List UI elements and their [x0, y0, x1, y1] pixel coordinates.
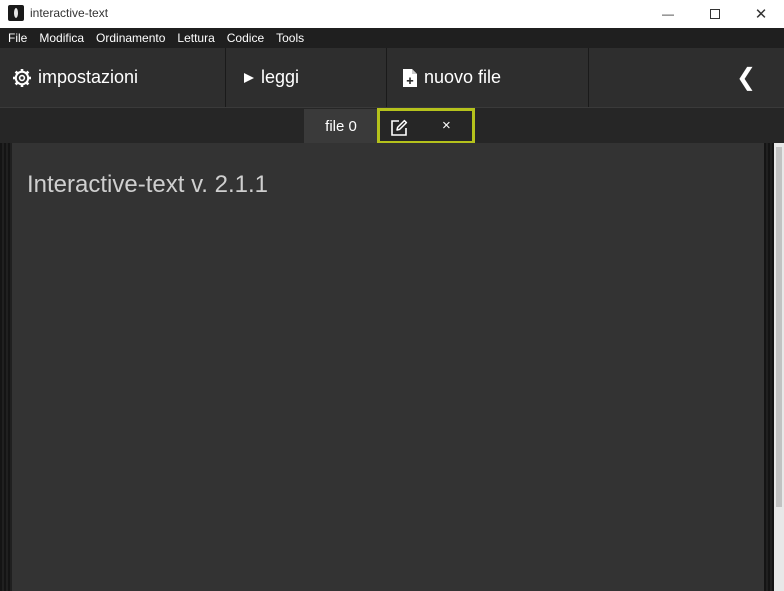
play-icon: [243, 72, 255, 84]
editor-content: Interactive-text v. 2.1.1: [27, 171, 268, 198]
menu-ordinamento[interactable]: Ordinamento: [90, 28, 171, 48]
editor-container: Interactive-text v. 2.1.1: [0, 143, 784, 591]
toolbar-divider: [225, 48, 226, 107]
toolbar-divider: [386, 48, 387, 107]
new-file-label: nuovo file: [424, 67, 502, 87]
new-file-button[interactable]: nuovo file: [402, 48, 501, 107]
settings-label: impostazioni: [38, 67, 139, 87]
gear-icon: [12, 68, 32, 88]
read-label: leggi: [261, 67, 300, 87]
background-code-decoration: [122, 583, 482, 591]
app-logo-icon: [8, 5, 24, 21]
menu-codice[interactable]: Codice: [221, 28, 270, 48]
tab-label: file 0: [325, 118, 357, 135]
text-editor[interactable]: Interactive-text v. 2.1.1: [12, 143, 764, 591]
tab-actions-highlight: ×: [377, 108, 475, 144]
read-button[interactable]: leggi: [243, 48, 299, 107]
window-title: interactive-text: [30, 6, 109, 20]
menu-lettura[interactable]: Lettura: [171, 28, 220, 48]
menu-file[interactable]: File: [2, 28, 33, 48]
file-plus-icon: [402, 68, 418, 88]
menu-bar: File Modifica Ordinamento Lettura Codice…: [0, 28, 784, 48]
tab-file-0[interactable]: file 0: [304, 109, 378, 144]
maximize-button[interactable]: [692, 0, 738, 28]
title-bar: interactive-text — ✕: [0, 0, 784, 28]
right-gutter: [764, 143, 774, 591]
close-tab-icon[interactable]: ×: [442, 117, 451, 134]
left-gutter: [0, 143, 12, 591]
vertical-scrollbar[interactable]: [774, 143, 784, 591]
toolbar-divider: [588, 48, 589, 107]
close-window-button[interactable]: ✕: [738, 0, 784, 28]
menu-modifica[interactable]: Modifica: [33, 28, 90, 48]
minimize-button[interactable]: —: [645, 0, 691, 28]
scroll-thumb[interactable]: [776, 147, 782, 507]
collapse-button[interactable]: ❮: [736, 48, 756, 107]
chevron-left-icon: ❮: [736, 64, 757, 91]
settings-button[interactable]: impostazioni: [12, 48, 138, 107]
menu-tools[interactable]: Tools: [270, 28, 310, 48]
maximize-icon: [710, 9, 720, 19]
edit-icon[interactable]: [390, 119, 408, 137]
toolbar: impostazioni leggi nuovo file ❮: [0, 48, 784, 107]
tab-bar: file 0 ×: [0, 107, 784, 144]
